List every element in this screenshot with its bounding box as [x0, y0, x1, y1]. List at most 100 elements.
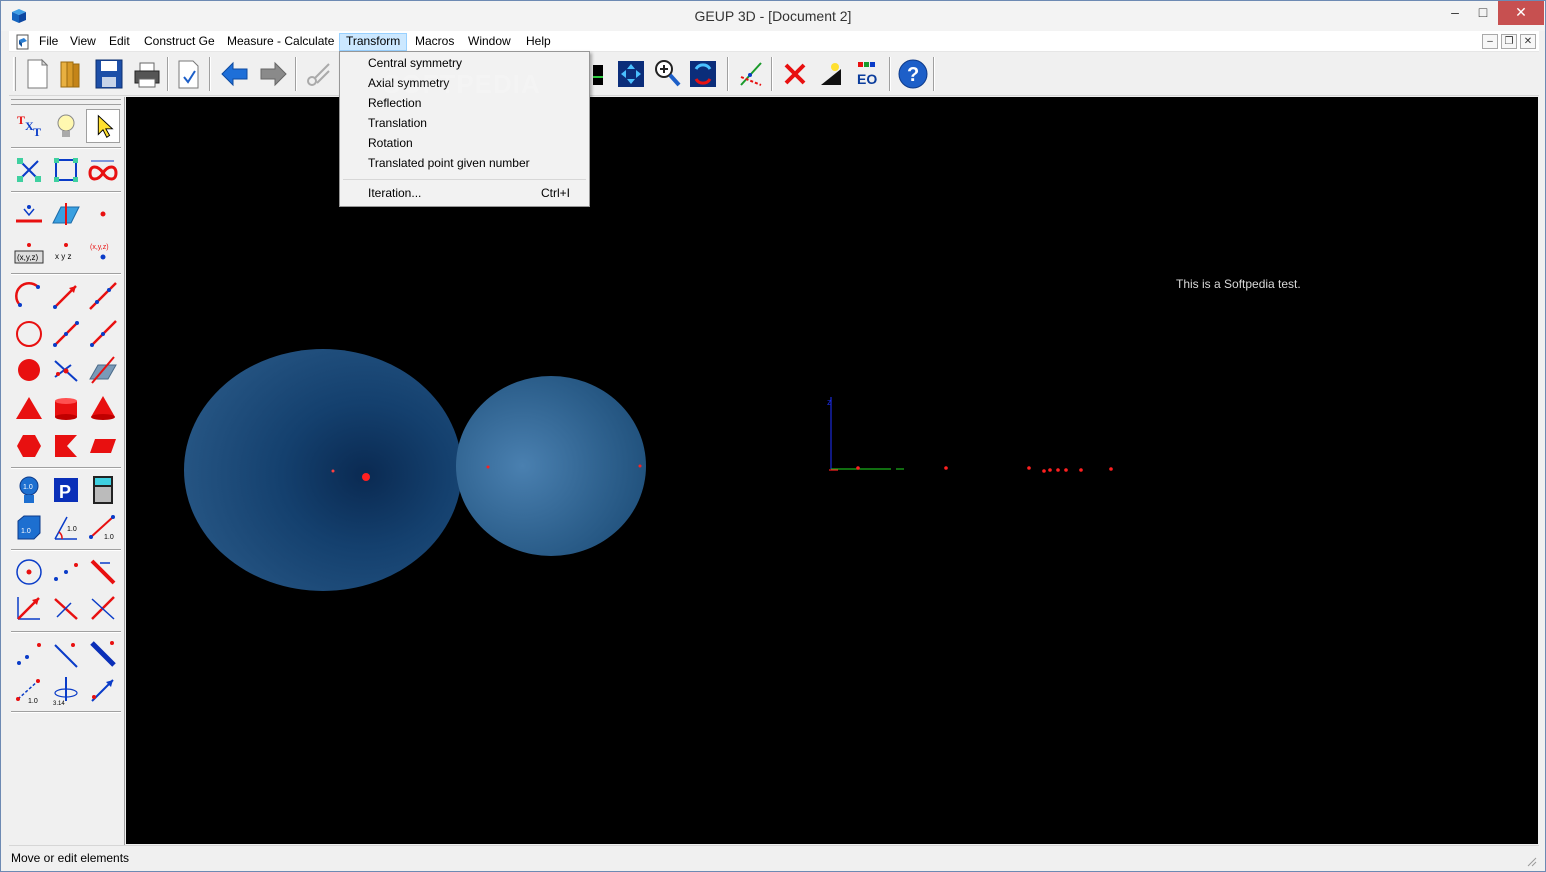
circle-tool-icon[interactable] [12, 317, 46, 351]
fit-view-icon[interactable] [615, 57, 647, 91]
measure-tool-icon[interactable]: 1.0 [12, 473, 46, 507]
point[interactable] [638, 464, 642, 468]
plane-section-icon[interactable] [86, 353, 120, 387]
irregular-polygon-icon[interactable] [49, 429, 83, 463]
text-tool-icon[interactable]: T X T [12, 109, 46, 143]
vector-tool-icon[interactable] [49, 279, 83, 313]
xyz-point-icon[interactable]: x y z [49, 235, 83, 269]
oblique-projection-icon[interactable] [86, 637, 120, 671]
doc-minimize-button[interactable]: – [1482, 34, 1498, 49]
intersection-tool-icon[interactable] [49, 353, 83, 387]
minimize-button[interactable]: – [1441, 1, 1469, 25]
intersect-lines-icon[interactable] [86, 591, 120, 625]
page-setup-icon[interactable] [173, 57, 205, 91]
3d-drawing-canvas[interactable]: z This is a Softpedia test. [126, 97, 1538, 844]
document-icon[interactable] [15, 34, 31, 50]
free-point-icon[interactable] [86, 197, 120, 231]
highlight-icon[interactable] [815, 57, 847, 91]
menu-item-iteration[interactable]: Iteration... Ctrl+I [341, 183, 588, 203]
volume-measure-icon[interactable]: 1.0 [12, 511, 46, 545]
axial-symmetry-icon[interactable] [86, 555, 120, 589]
point[interactable] [1048, 468, 1052, 472]
menu-macros[interactable]: Macros [409, 33, 460, 51]
large-sphere[interactable] [184, 349, 462, 591]
menu-window[interactable]: Window [462, 33, 517, 51]
parallelogram-tool-icon[interactable] [86, 429, 120, 463]
menu-item-translation[interactable]: Translation [341, 113, 588, 133]
redo-arrow-icon[interactable] [257, 57, 289, 91]
point[interactable] [1079, 468, 1083, 472]
printer-icon[interactable] [131, 57, 163, 91]
graph-tool-icon[interactable] [12, 153, 46, 187]
menu-help[interactable]: Help [520, 33, 557, 51]
polygon-tool-icon[interactable] [12, 429, 46, 463]
point-on-plane-icon[interactable] [49, 197, 83, 231]
tools-panel-grip[interactable] [11, 99, 121, 105]
translation-tool-icon[interactable] [86, 673, 120, 707]
menu-transform[interactable]: Transform [339, 33, 408, 51]
doc-close-button[interactable]: ✕ [1520, 34, 1536, 49]
new-document-icon[interactable] [21, 57, 53, 91]
open-folder-icon[interactable] [55, 57, 87, 91]
infinity-curve-icon[interactable] [86, 153, 120, 187]
menu-measure-calculate[interactable]: Measure - Calculate [221, 33, 340, 51]
save-disk-icon[interactable] [93, 57, 125, 91]
delete-x-icon[interactable] [779, 57, 811, 91]
menu-item-translated-point[interactable]: Translated point given number [341, 153, 588, 173]
rotation-tool-icon[interactable]: 3.14 [49, 673, 83, 707]
coordinates-point-icon[interactable]: (x,y,z) [12, 235, 46, 269]
perpendicular-line-icon[interactable] [49, 591, 83, 625]
maximize-button[interactable]: □ [1469, 1, 1497, 25]
dilation-tool-icon[interactable]: 1.0 [12, 673, 46, 707]
title-bar[interactable]: GEUP 3D - [Document 2] – □ ✕ [1, 1, 1545, 31]
trace-icon[interactable] [735, 57, 767, 91]
point[interactable] [1027, 466, 1031, 470]
menu-construct[interactable]: Construct Ge [138, 33, 221, 51]
sphere-center-point[interactable] [362, 473, 370, 481]
angle-measure-icon[interactable]: 1.0 [49, 511, 83, 545]
eo-colors-icon[interactable]: EO [851, 57, 883, 91]
menu-item-rotation[interactable]: Rotation [341, 133, 588, 153]
canvas-text-label[interactable]: This is a Softpedia test. [1176, 277, 1301, 291]
menu-edit[interactable]: Edit [103, 33, 136, 51]
cylinder-tool-icon[interactable] [49, 391, 83, 425]
point[interactable] [1056, 468, 1060, 472]
menu-view[interactable]: View [64, 33, 102, 51]
undo-arrow-icon[interactable] [219, 57, 251, 91]
cut-scissors-icon[interactable] [303, 57, 335, 91]
calculator-icon[interactable] [86, 473, 120, 507]
point[interactable] [1109, 467, 1113, 471]
central-symmetry-icon[interactable] [12, 555, 46, 589]
grid-points-icon[interactable] [49, 153, 83, 187]
point[interactable] [331, 469, 335, 473]
parameter-p-icon[interactable]: P [49, 473, 83, 507]
translation-vector-icon[interactable] [12, 591, 46, 625]
point[interactable] [944, 466, 948, 470]
point[interactable] [1042, 469, 1046, 473]
line-tool-icon[interactable] [86, 279, 120, 313]
cone-tool-icon[interactable] [86, 391, 120, 425]
help-question-icon[interactable]: ? [897, 57, 929, 91]
select-pointer-icon[interactable] [86, 109, 120, 143]
menu-file[interactable]: File [33, 33, 64, 51]
pyramid-tool-icon[interactable] [12, 391, 46, 425]
doc-restore-button[interactable]: ❐ [1501, 34, 1517, 49]
zoom-icon[interactable] [651, 57, 683, 91]
parallel-line-icon[interactable] [49, 637, 83, 671]
toolbar-grip[interactable] [13, 57, 16, 91]
ray-tool-icon[interactable] [86, 317, 120, 351]
point-symmetry-icon[interactable] [49, 555, 83, 589]
dotted-points-icon[interactable] [12, 637, 46, 671]
arc-tool-icon[interactable] [12, 279, 46, 313]
point[interactable] [1064, 468, 1068, 472]
point-on-line-icon[interactable] [12, 197, 46, 231]
point[interactable] [486, 465, 490, 469]
small-sphere[interactable] [456, 376, 646, 556]
sphere-tool-icon[interactable] [12, 353, 46, 387]
resize-grip-icon[interactable] [1525, 855, 1537, 867]
segment-tool-icon[interactable] [49, 317, 83, 351]
rotate-view-icon[interactable] [687, 57, 719, 91]
xyz-label-point-icon[interactable]: (x,y,z) [86, 235, 120, 269]
length-measure-icon[interactable]: 1.0 [86, 511, 120, 545]
point[interactable] [856, 466, 860, 470]
